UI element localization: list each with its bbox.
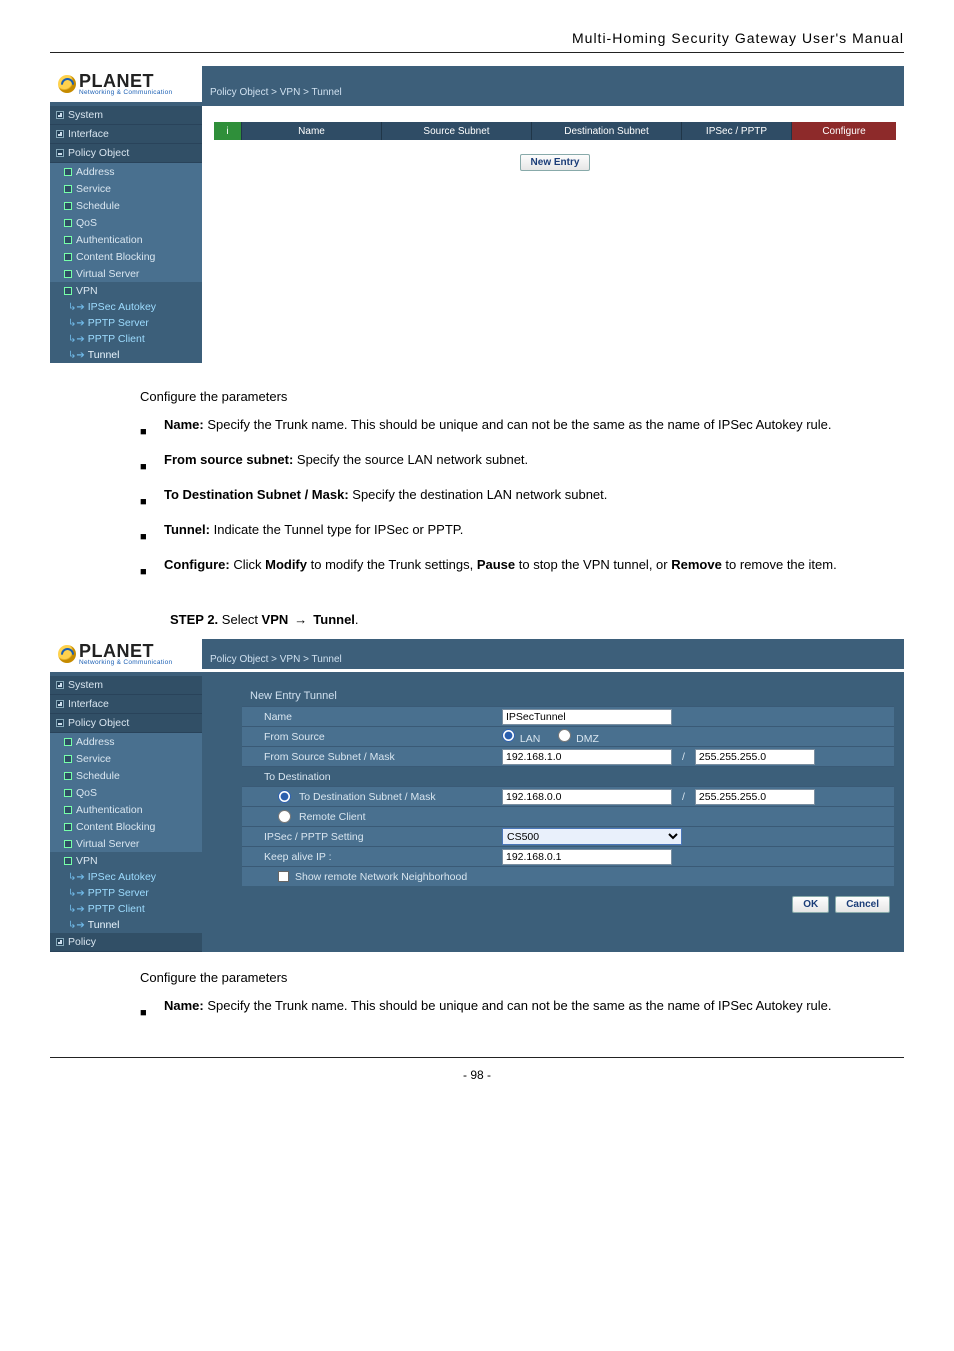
label-ipsec-pptp: IPSec / PPTP Setting [242,829,502,845]
sidebar: System Interface Policy Object Address S… [50,106,202,363]
cancel-button[interactable]: Cancel [835,896,890,913]
col-destination-subnet: Destination Subnet [532,122,682,140]
label-to-destination: To Destination [242,769,502,785]
sidebar-item-address[interactable]: Address [50,733,202,750]
bullets-2: Name: Specify the Trunk name. This shoul… [140,992,904,1027]
sidebar-item-vpn[interactable]: VPN [50,852,202,869]
col-name: Name [242,122,382,140]
col-source-subnet: Source Subnet [382,122,532,140]
form-area: New Entry Tunnel Name From Source LAN DM… [202,676,904,952]
sidebar-item-content-blocking[interactable]: Content Blocking [50,248,202,265]
source-mask-field[interactable] [695,749,815,765]
sidebar-leaf-ipsec-autokey[interactable]: ↳➔IPSec Autokey [50,869,202,885]
name-field[interactable] [502,709,672,725]
sidebar-item-schedule[interactable]: Schedule [50,197,202,214]
configure-parameters-1: Configure the parameters [140,383,904,411]
sidebar-item-schedule[interactable]: Schedule [50,767,202,784]
logo: PLANET Networking & Communication [50,635,202,672]
radio-lan[interactable]: LAN [502,729,540,745]
dest-subnet-field[interactable] [502,789,672,805]
form-title: New Entry Tunnel [242,686,894,706]
breadcrumb: Policy Object > VPN > Tunnel [202,87,342,102]
sidebar-leaf-pptp-server[interactable]: ↳➔PPTP Server [50,885,202,901]
screenshot-vpn-tunnel-list: PLANET Networking & Communication Policy… [50,65,904,363]
planet-logo-icon [58,645,76,663]
bullets-1: Name: Specify the Trunk name. This shoul… [140,411,904,586]
col-ipsec-pptp: IPSec / PPTP [682,122,792,140]
step-2-line: STEP 2. Select VPN→Tunnel. [170,612,904,627]
sidebar-item-qos[interactable]: QoS [50,214,202,231]
new-entry-button[interactable]: New Entry [520,154,591,171]
col-configure: Configure [792,122,896,140]
manual-title: Multi-Homing Security Gateway User's Man… [50,30,904,46]
label-show-nn: Show remote Network Neighborhood [242,869,502,885]
label-remote-client: Remote Client [242,808,502,825]
sidebar-leaf-pptp-client[interactable]: ↳➔PPTP Client [50,331,202,347]
ipsec-pptp-select[interactable]: CS500 [502,828,682,845]
label-to-mask: To Destination Subnet / Mask [242,788,502,805]
sidebar-item-authentication[interactable]: Authentication [50,801,202,818]
sidebar-item-virtual-server[interactable]: Virtual Server [50,265,202,282]
sidebar-cat-system[interactable]: System [50,106,202,125]
sidebar-cat-policy[interactable]: Policy [50,933,202,952]
sidebar-cat-interface[interactable]: Interface [50,125,202,144]
radio-dmz[interactable]: DMZ [558,729,599,745]
col-i: i [214,122,242,140]
configure-parameters-2: Configure the parameters [140,964,904,992]
sidebar-leaf-pptp-server[interactable]: ↳➔PPTP Server [50,315,202,331]
sidebar: System Interface Policy Object Address S… [50,676,202,952]
sidebar-leaf-tunnel[interactable]: ↳➔Tunnel [50,917,202,933]
breadcrumb: Policy Object > VPN > Tunnel [202,654,342,669]
header-rule [50,52,904,53]
screenshot-new-entry-tunnel: PLANET Networking & Communication Policy… [50,635,904,952]
sidebar-cat-policy-object[interactable]: Policy Object [50,144,202,163]
sidebar-item-address[interactable]: Address [50,163,202,180]
ok-button[interactable]: OK [792,896,829,913]
label-name: Name [242,709,502,725]
footer-rule [50,1057,904,1058]
sidebar-item-service[interactable]: Service [50,180,202,197]
sidebar-cat-system[interactable]: System [50,676,202,695]
planet-logo-icon [58,75,76,93]
sidebar-leaf-ipsec-autokey[interactable]: ↳➔IPSec Autokey [50,299,202,315]
logo-tagline: Networking & Communication [79,659,172,666]
logo-tagline: Networking & Communication [79,89,172,96]
sidebar-cat-policy-object[interactable]: Policy Object [50,714,202,733]
label-from-source: From Source [242,729,502,745]
show-nn-checkbox[interactable] [278,871,289,882]
sidebar-item-qos[interactable]: QoS [50,784,202,801]
source-subnet-field[interactable] [502,749,672,765]
label-keepalive: Keep alive IP : [242,849,502,865]
label-from-mask: From Source Subnet / Mask [242,749,502,765]
radio-remote-client[interactable] [278,810,291,823]
sidebar-cat-interface[interactable]: Interface [50,695,202,714]
sidebar-item-vpn[interactable]: VPN [50,282,202,299]
page-number: - 98 - [50,1068,904,1082]
sidebar-item-content-blocking[interactable]: Content Blocking [50,818,202,835]
radio-to-subnet[interactable] [278,790,291,803]
logo: PLANET Networking & Communication [50,65,202,102]
sidebar-leaf-tunnel[interactable]: ↳➔Tunnel [50,347,202,363]
sidebar-item-virtual-server[interactable]: Virtual Server [50,835,202,852]
sidebar-item-service[interactable]: Service [50,750,202,767]
breadcrumb-bar: Policy Object > VPN > Tunnel [202,639,904,669]
breadcrumb-bar: Policy Object > VPN > Tunnel [202,66,904,102]
keepalive-ip-field[interactable] [502,849,672,865]
tunnel-table-header: i Name Source Subnet Destination Subnet … [214,122,896,140]
sidebar-leaf-pptp-client[interactable]: ↳➔PPTP Client [50,901,202,917]
dest-mask-field[interactable] [695,789,815,805]
content-area: i Name Source Subnet Destination Subnet … [202,106,904,363]
sidebar-item-authentication[interactable]: Authentication [50,231,202,248]
